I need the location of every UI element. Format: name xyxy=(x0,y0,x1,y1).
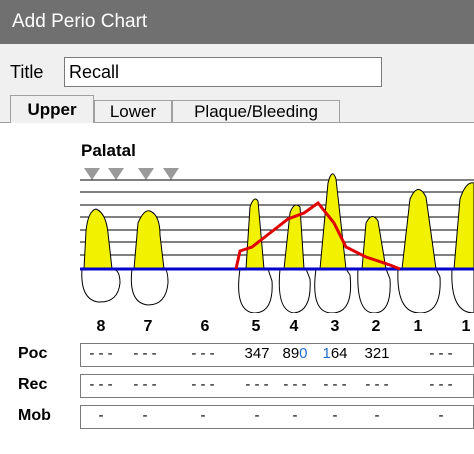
poc-cell[interactable]: - - - xyxy=(421,345,461,362)
tab-plaque-bleeding[interactable]: Plaque/Bleeding xyxy=(172,100,340,122)
mob-cell[interactable]: - xyxy=(315,407,355,424)
mob-cell[interactable]: - xyxy=(81,407,121,424)
rec-cell[interactable]: - - - xyxy=(237,376,277,393)
title-input[interactable] xyxy=(64,57,382,87)
tab-upper[interactable]: Upper xyxy=(10,95,94,123)
rec-cell[interactable]: - - - xyxy=(421,376,461,393)
marker-triangle[interactable] xyxy=(163,168,179,180)
title-label: Title xyxy=(10,62,44,82)
mob-cell[interactable]: - xyxy=(237,407,277,424)
tooth-8[interactable] xyxy=(81,208,121,303)
poc-digit: 89 xyxy=(282,345,300,362)
poc-cell[interactable]: 890 xyxy=(275,345,315,362)
marker-triangle[interactable] xyxy=(138,168,154,180)
mob-cell[interactable]: - xyxy=(421,407,461,424)
rec-cell[interactable]: - - - xyxy=(183,376,223,393)
mob-row[interactable]: - - - - - - - - xyxy=(80,405,474,429)
mob-cell[interactable]: - xyxy=(275,407,315,424)
mob-cell[interactable]: - xyxy=(183,407,223,424)
tooth-1[interactable] xyxy=(397,189,441,313)
marker-triangle[interactable] xyxy=(84,168,100,180)
tooth-1-right[interactable] xyxy=(451,182,474,313)
poc-cell[interactable]: - - - xyxy=(125,345,165,362)
rec-row[interactable]: - - - - - - - - - - - - - - - - - - - - … xyxy=(80,374,474,398)
poc-digit-highlight: 1 xyxy=(322,345,331,362)
tooth-number: 3 xyxy=(330,318,340,335)
rec-cell[interactable]: - - - xyxy=(315,376,355,393)
poc-cell[interactable]: 164 xyxy=(315,345,355,362)
rec-cell[interactable]: - - - xyxy=(125,376,165,393)
poc-cell[interactable]: 347 xyxy=(237,345,277,362)
mob-cell[interactable]: - xyxy=(125,407,165,424)
tab-lower[interactable]: Lower xyxy=(94,100,172,122)
perio-chart: Palatal xyxy=(80,141,474,313)
tooth-number: 4 xyxy=(289,318,299,335)
tooth-number: 7 xyxy=(143,318,153,335)
rec-cell[interactable]: - - - xyxy=(275,376,315,393)
window-title: Add Perio Chart xyxy=(12,11,148,32)
poc-cell[interactable]: - - - xyxy=(183,345,223,362)
marker-triangle[interactable] xyxy=(108,168,124,180)
poc-cell[interactable]: 321 xyxy=(357,345,397,362)
surface-label: Palatal xyxy=(81,141,136,160)
tooth-number: 1 xyxy=(461,318,471,335)
rec-cell[interactable]: - - - xyxy=(357,376,397,393)
mob-label: Mob xyxy=(18,407,51,424)
tooth-number: 5 xyxy=(251,318,261,335)
tooth-number: 1 xyxy=(413,318,423,335)
tooth-number: 6 xyxy=(200,318,210,335)
teeth xyxy=(81,173,474,313)
rec-cell[interactable]: - - - xyxy=(81,376,121,393)
tooth-number: 8 xyxy=(96,318,106,335)
tooth-7[interactable] xyxy=(130,210,169,306)
poc-digit: 64 xyxy=(330,345,348,362)
poc-row[interactable]: - - - - - - - - - 347 890 164 321 - - - xyxy=(80,343,474,367)
poc-cell[interactable]: - - - xyxy=(81,345,121,362)
poc-label: Poc xyxy=(18,345,48,362)
mob-cell[interactable]: - xyxy=(357,407,397,424)
tooth-5[interactable] xyxy=(238,198,273,313)
tooth-number: 2 xyxy=(371,318,381,335)
marker-group xyxy=(84,168,179,180)
title-bar: Add Perio Chart xyxy=(0,0,474,44)
poc-digit-highlight: 0 xyxy=(299,345,308,362)
rec-label: Rec xyxy=(18,376,48,393)
